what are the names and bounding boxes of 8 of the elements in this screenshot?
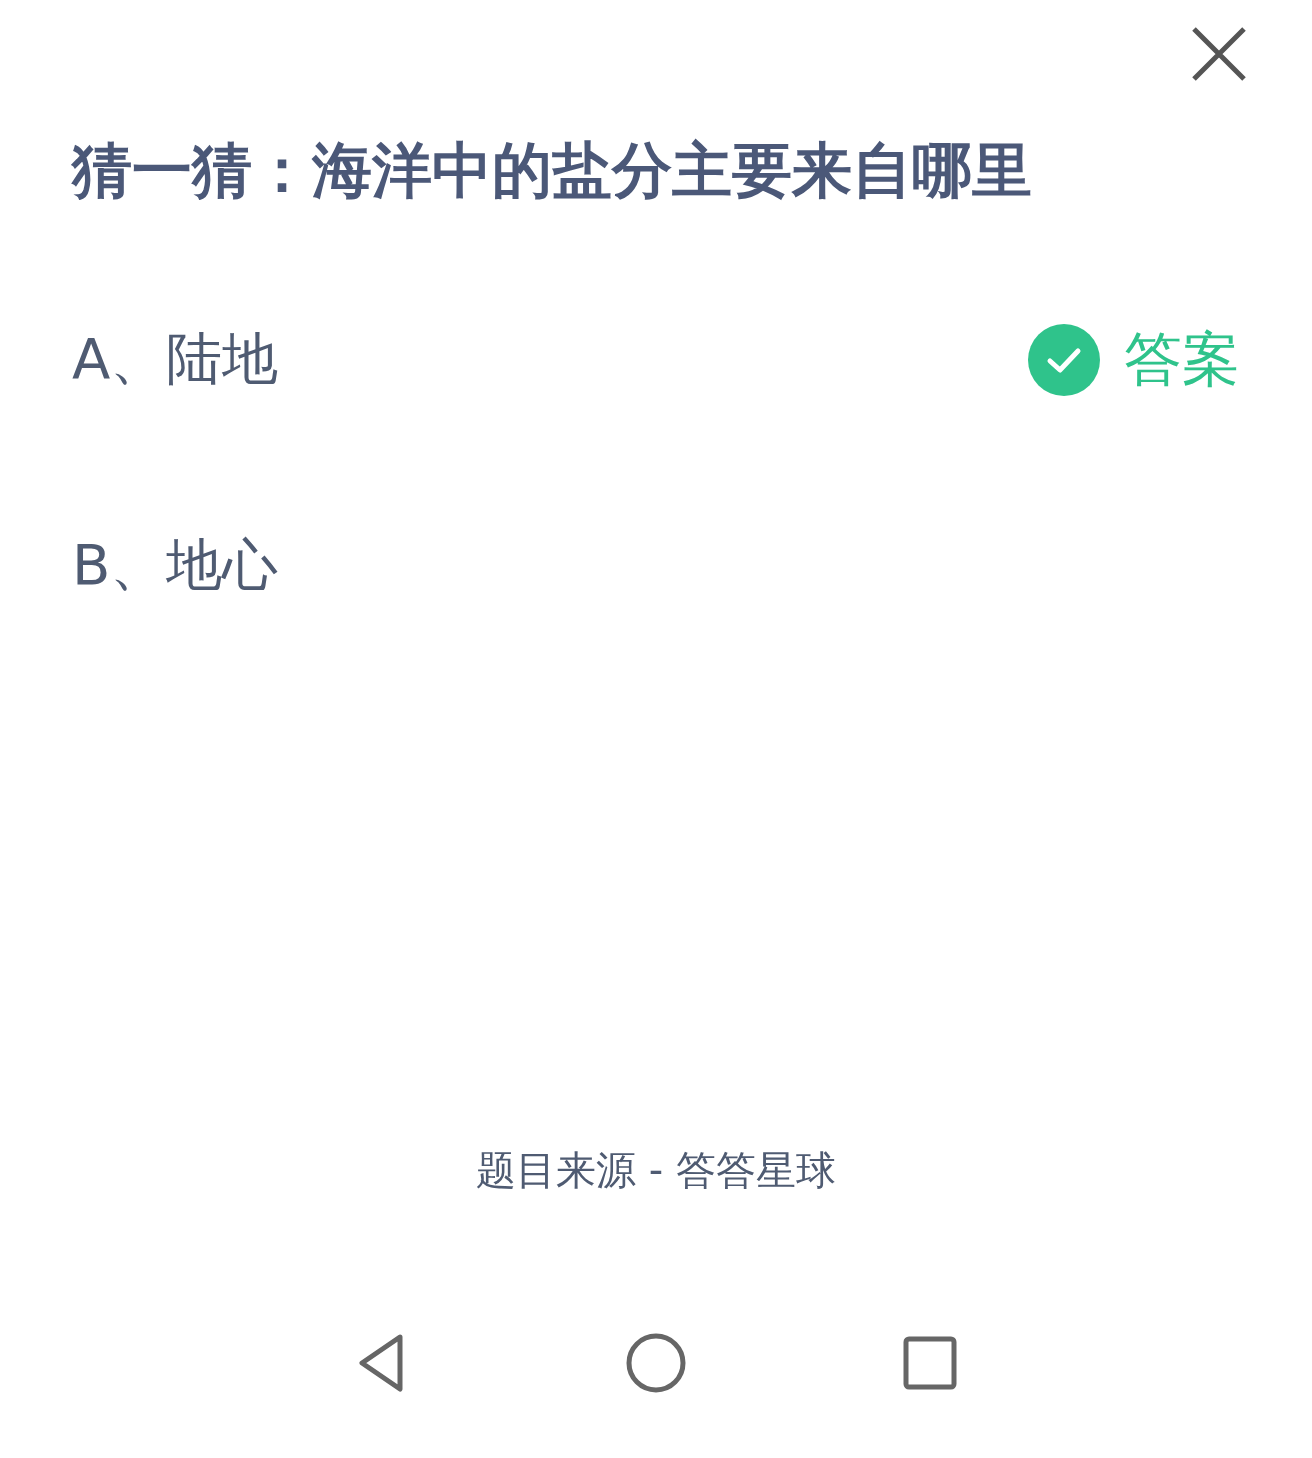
home-icon[interactable] (624, 1331, 688, 1395)
check-icon (1028, 324, 1100, 396)
question-title: 猜一猜：海洋中的盐分主要来自哪里 (72, 134, 1033, 207)
close-icon[interactable] (1192, 27, 1246, 81)
option-label[interactable]: A、陆地 (72, 322, 279, 398)
option-label[interactable]: B、地心 (72, 528, 279, 604)
answer-label: 答案 (1124, 324, 1240, 395)
source-text: 题目来源 - 答答星球 (476, 1146, 836, 1195)
